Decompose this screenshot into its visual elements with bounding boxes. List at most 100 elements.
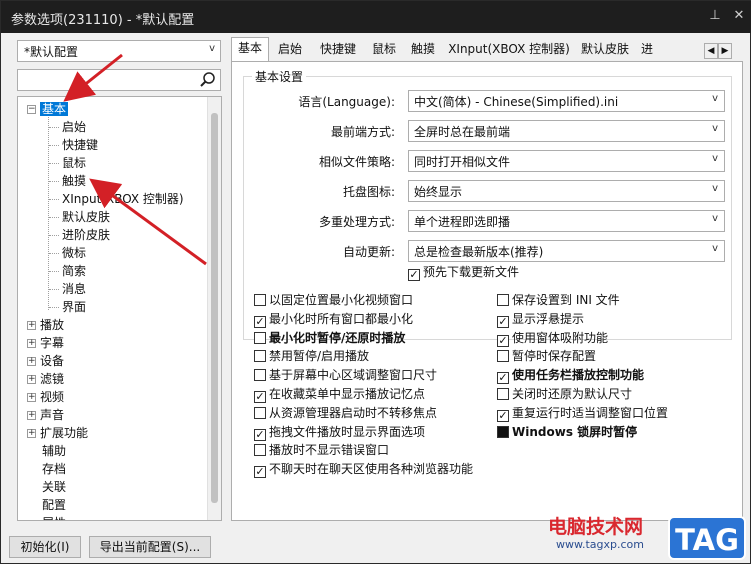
search-icon[interactable] (198, 70, 218, 90)
field-value: 始终显示 (414, 185, 463, 199)
option-checkbox[interactable]: 暂停时保存配置 (497, 347, 596, 365)
checkmark-icon: ✓ (254, 465, 266, 479)
option-checkbox[interactable]: Windows 锁屏时暂停 (497, 423, 637, 441)
tree-items: − 基本 启始 快捷键 鼠标 触摸 XInput(XBOX 控制器) 默认皮肤 进阶皮肤 微标 简索… (18, 97, 208, 520)
option-checkbox[interactable]: 播放时不显示错误窗口 (254, 441, 389, 459)
scrollbar-thumb[interactable] (211, 113, 218, 503)
option-label: 以固定位置最小化视频窗口 (269, 293, 414, 307)
checkbox-box (497, 350, 509, 363)
option-checkbox[interactable]: 保存设置到 INI 文件 (497, 291, 620, 309)
tab-item[interactable]: XInput(XBOX 控制器) (443, 39, 575, 61)
tree-guide-line (49, 145, 59, 146)
field-select[interactable]: 始终显示 v (408, 180, 725, 202)
tree-item[interactable]: 微标 (62, 244, 86, 262)
tree-item[interactable]: 辅助 (27, 442, 66, 460)
option-label: 暂停时保存配置 (512, 349, 597, 364)
title-bar[interactable]: 参数选项(231110) - *默认配置 ⊥ ✕ (1, 1, 751, 33)
expand-icon[interactable]: + (27, 321, 36, 330)
pin-icon[interactable]: ⊥ (707, 8, 723, 24)
option-checkbox[interactable]: 基于屏幕中心区域调整窗口尺寸 (254, 366, 437, 384)
expand-icon[interactable]: + (27, 429, 36, 438)
tree-item[interactable]: 触摸 (62, 172, 86, 190)
option-checkbox[interactable]: ✓ 显示浮悬提示 (497, 310, 584, 328)
tree-scrollbar[interactable] (207, 97, 221, 520)
watermark-tag-logo: TAG (668, 516, 746, 560)
tree-item[interactable]: − 基本 (27, 100, 69, 118)
preset-select[interactable]: *默认配置 v (17, 40, 221, 62)
option-label: 播放时不显示错误窗口 (269, 443, 390, 458)
tree-item[interactable]: 简索 (62, 262, 86, 280)
tree-item[interactable]: 属性 (27, 514, 66, 520)
option-checkbox[interactable]: 最小化时暂停/还原时播放 (254, 329, 405, 347)
tree-item[interactable]: 默认皮肤 (62, 208, 110, 226)
export-config-button[interactable]: 导出当前配置(S)... (89, 536, 211, 558)
predownload-checkbox[interactable]: ✓ 预先下载更新文件 (408, 263, 519, 281)
option-checkbox[interactable]: ✓ 在收藏菜单中显示播放记忆点 (254, 385, 425, 403)
tab-item[interactable]: 默认皮肤 (575, 39, 635, 61)
tab-item[interactable]: 快捷键 (311, 39, 365, 61)
init-button[interactable]: 初始化(I) (9, 536, 81, 558)
tree-item[interactable]: 快捷键 (62, 136, 98, 154)
option-label: 在收藏菜单中显示播放记忆点 (269, 387, 426, 401)
tree-item-label: 存档 (42, 462, 67, 476)
option-checkbox[interactable]: ✓ 使用任务栏播放控制功能 (497, 366, 645, 385)
preset-value: *默认配置 (24, 45, 79, 59)
tree-item[interactable]: XInput(XBOX 控制器) (62, 190, 184, 208)
tree-guide-line (49, 217, 59, 218)
group-title: 基本设置 (252, 68, 307, 85)
option-checkbox[interactable]: ✓ 重复运行时适当调整窗口位置 (497, 404, 668, 422)
expand-icon[interactable]: + (27, 393, 36, 402)
category-tree[interactable]: − 基本 启始 快捷键 鼠标 触摸 XInput(XBOX 控制器) 默认皮肤 进阶皮肤 微标 简索… (17, 96, 222, 521)
option-checkbox[interactable]: 关闭时还原为默认尺寸 (497, 385, 632, 403)
tree-item[interactable]: 鼠标 (62, 154, 86, 172)
chevron-down-icon: v (209, 43, 215, 54)
tree-item[interactable]: + 视频 (27, 388, 64, 406)
expand-icon[interactable]: + (27, 357, 36, 366)
tab-scroll-left-icon[interactable]: ◀ (704, 43, 718, 59)
tree-item[interactable]: 消息 (62, 280, 86, 298)
option-checkbox[interactable]: ✓ 拖拽文件播放时显示界面选项 (254, 423, 425, 441)
tree-item[interactable]: 配置 (27, 496, 66, 514)
collapse-icon[interactable]: − (27, 105, 36, 114)
tab-item[interactable]: 触摸 (403, 39, 443, 61)
option-label: 不聊天时在聊天区使用各种浏览器功能 (269, 462, 474, 477)
expand-icon[interactable]: + (27, 411, 36, 420)
tab-item[interactable]: 鼠标 (365, 39, 403, 61)
tree-item[interactable]: + 声音 (27, 406, 64, 424)
tab-item[interactable]: 进 (635, 39, 659, 61)
expand-icon[interactable]: + (27, 339, 36, 348)
search-box[interactable] (17, 69, 221, 91)
option-label: 最小化时暂停/还原时播放 (269, 330, 406, 345)
option-checkbox[interactable]: ✓ 使用窗体吸附功能 (497, 329, 608, 347)
tree-item[interactable]: + 字幕 (27, 334, 64, 352)
tab-item[interactable]: 基本 (231, 37, 269, 61)
field-select[interactable]: 单个进程即选即播 v (408, 210, 725, 232)
tree-item[interactable]: 界面 (62, 298, 86, 316)
field-select[interactable]: 全屏时总在最前端 v (408, 120, 725, 142)
tree-item[interactable]: + 播放 (27, 316, 64, 334)
option-checkbox[interactable]: 从资源管理器启动时不转移焦点 (254, 404, 437, 422)
option-checkbox[interactable]: ✓ 最小化时所有窗口都最小化 (254, 310, 413, 328)
field-select[interactable]: 中文(简体) - Chinese(Simplified).ini v (408, 90, 725, 112)
tree-item[interactable]: + 滤镜 (27, 370, 64, 388)
tree-item-label: 辅助 (42, 444, 67, 458)
option-checkbox[interactable]: 禁用暂停/启用播放 (254, 347, 369, 365)
tree-item[interactable]: + 扩展功能 (27, 424, 88, 442)
search-input[interactable] (22, 71, 194, 89)
tree-item[interactable]: 进阶皮肤 (62, 226, 110, 244)
field-select[interactable]: 总是检查最新版本(推荐) v (408, 240, 725, 262)
option-checkbox[interactable]: 以固定位置最小化视频窗口 (254, 291, 413, 309)
expand-icon[interactable]: + (27, 375, 36, 384)
option-checkbox[interactable]: ✓ 不聊天时在聊天区使用各种浏览器功能 (254, 460, 474, 479)
tree-item[interactable]: 启始 (62, 118, 86, 136)
field-select[interactable]: 同时打开相似文件 v (408, 150, 725, 172)
tab-item[interactable]: 启始 (269, 39, 311, 61)
tab-scroll-right-icon[interactable]: ▶ (718, 43, 732, 59)
close-icon[interactable]: ✕ (731, 8, 747, 24)
field-value: 总是检查最新版本(推荐) (414, 245, 544, 259)
tree-item[interactable]: 关联 (27, 478, 66, 496)
tree-item[interactable]: + 设备 (27, 352, 64, 370)
option-label: 使用任务栏播放控制功能 (512, 368, 645, 383)
tree-item[interactable]: 存档 (27, 460, 66, 478)
tree-item-label: 配置 (42, 498, 67, 512)
